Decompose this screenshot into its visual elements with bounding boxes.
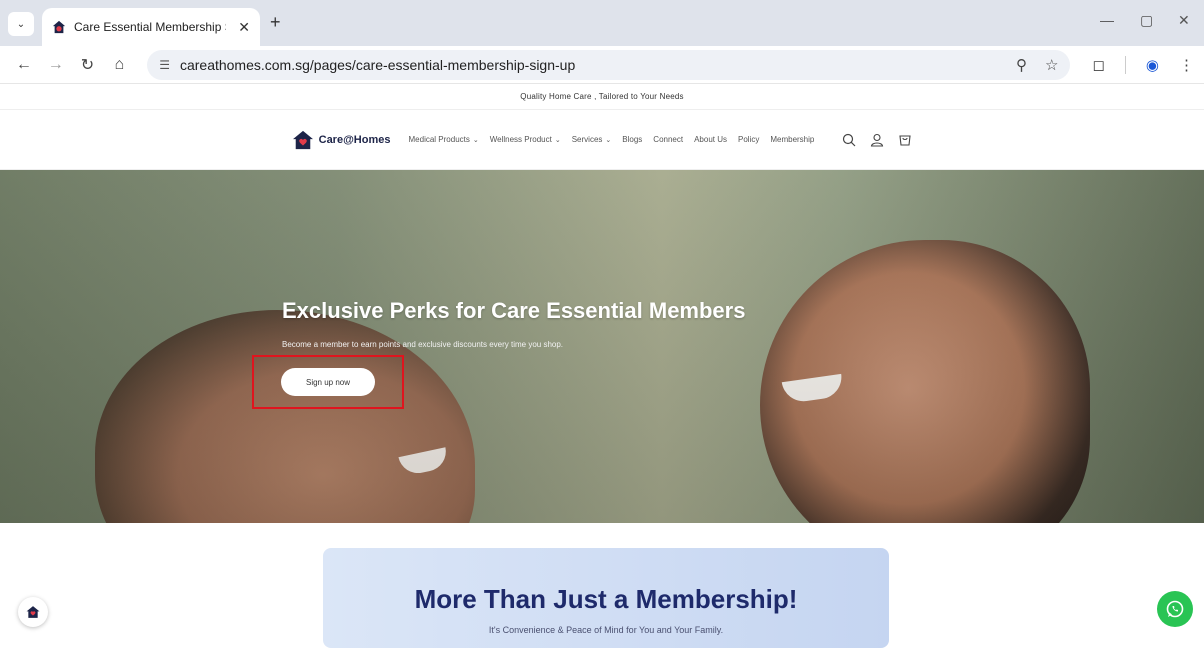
- highlight-box: [252, 355, 404, 409]
- account-icon[interactable]: [870, 133, 884, 147]
- house-heart-logo-icon: [26, 606, 40, 618]
- tab-title: Care Essential Membership Sign: [74, 20, 226, 34]
- header-icons: [842, 133, 912, 147]
- membership-card-subtitle: It's Convenience & Peace of Mind for You…: [488, 625, 724, 635]
- new-tab-button[interactable]: +: [270, 12, 281, 33]
- browser-tab-bar: ⌄ Care Essential Membership Sign ✕ + — ▢…: [0, 0, 1204, 46]
- restore-icon[interactable]: ▢: [1140, 12, 1153, 29]
- membership-card-title: More Than Just a Membership!: [414, 584, 798, 614]
- close-window-icon[interactable]: ✕: [1178, 12, 1190, 29]
- chevron-down-icon: ⌄: [605, 137, 612, 144]
- hero-overlay: [0, 170, 1204, 523]
- nav-item-blogs[interactable]: Blogs: [622, 135, 642, 144]
- site-header: Care@Homes Medical Products ⌄ Wellness Pr…: [0, 110, 1204, 170]
- site-favicon-icon: [52, 20, 66, 34]
- hero-banner: Exclusive Perks for Care Essential Membe…: [0, 170, 1204, 523]
- forward-icon[interactable]: →: [42, 51, 70, 79]
- chevron-down-icon: ⌄: [472, 137, 479, 144]
- chevron-down-icon: ⌄: [554, 137, 561, 144]
- rewards-launcher-button[interactable]: [18, 597, 48, 627]
- zoom-icon[interactable]: ⚲: [1016, 56, 1027, 74]
- minimize-icon[interactable]: —: [1100, 12, 1114, 28]
- nav-item-medical-products[interactable]: Medical Products ⌄: [409, 135, 479, 144]
- main-nav: Medical Products ⌄ Wellness Product ⌄ Serv…: [409, 135, 815, 144]
- extensions-icon[interactable]: ◻: [1092, 56, 1104, 74]
- whatsapp-icon: [1166, 600, 1184, 618]
- nav-label: Wellness Product: [489, 135, 552, 144]
- tab-close-icon[interactable]: ✕: [238, 19, 250, 36]
- menu-kebab-icon[interactable]: ⋮: [1179, 56, 1194, 74]
- nav-item-membership[interactable]: Membership: [770, 135, 814, 144]
- membership-card: More Than Just a Membership! It's Conven…: [323, 548, 889, 648]
- bookmark-star-icon[interactable]: ☆: [1045, 56, 1058, 74]
- nav-item-policy[interactable]: Policy: [738, 135, 759, 144]
- hero-title: Exclusive Perks for Care Essential Membe…: [282, 298, 746, 323]
- address-bar[interactable]: ☰ careathomes.com.sg/pages/care-essentia…: [147, 49, 1071, 80]
- toolbar-divider: [1124, 55, 1126, 74]
- search-icon[interactable]: [842, 133, 856, 147]
- browser-toolbar: ← → ↻ ⌂ ☰ careathomes.com.sg/pages/care-…: [0, 46, 1204, 84]
- brand-name: Care@Homes: [318, 133, 391, 146]
- home-icon[interactable]: ⌂: [105, 51, 133, 79]
- cart-icon[interactable]: [898, 133, 912, 147]
- tab-search-menu-icon[interactable]: ⌄: [8, 12, 34, 36]
- site-info-icon[interactable]: ☰: [159, 58, 170, 72]
- reload-icon[interactable]: ↻: [74, 51, 102, 79]
- nav-item-wellness-product[interactable]: Wellness Product ⌄: [490, 135, 561, 144]
- back-icon[interactable]: ←: [10, 51, 38, 79]
- nav-item-about-us[interactable]: About Us: [694, 135, 727, 144]
- url-text[interactable]: careathomes.com.sg/pages/care-essential-…: [180, 57, 575, 73]
- house-heart-logo-icon: [292, 130, 313, 149]
- nav-item-connect[interactable]: Connect: [653, 135, 683, 144]
- announcement-bar: Quality Home Care , Tailored to Your Nee…: [0, 84, 1204, 110]
- nav-item-services[interactable]: Services ⌄: [572, 135, 612, 144]
- brand-logo[interactable]: Care@Homes: [292, 130, 391, 150]
- browser-tab[interactable]: Care Essential Membership Sign ✕: [42, 8, 260, 46]
- nav-label: Medical Products: [408, 135, 470, 144]
- hero-subtitle: Become a member to earn points and exclu…: [282, 340, 564, 349]
- profile-icon[interactable]: ◉: [1146, 56, 1159, 74]
- whatsapp-chat-button[interactable]: [1157, 591, 1193, 627]
- nav-label: Services: [571, 135, 603, 144]
